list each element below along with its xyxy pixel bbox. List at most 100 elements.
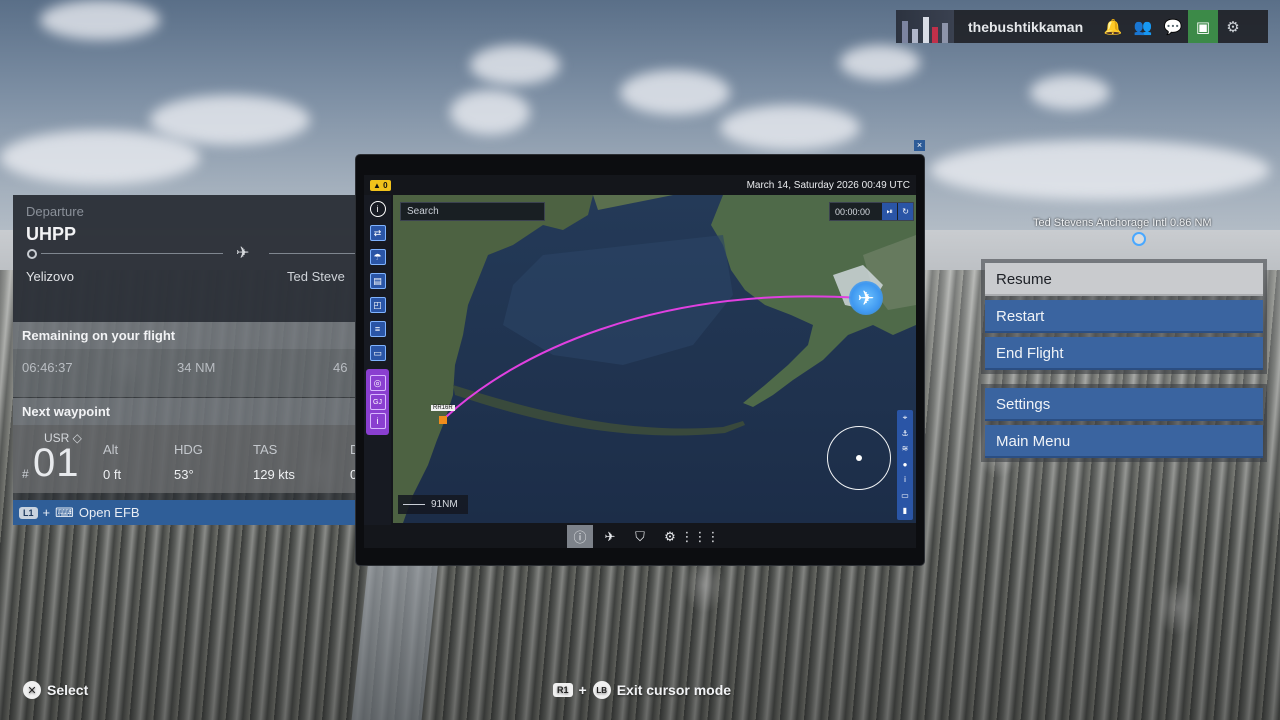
flight-timer: 00:00:00 ⏯ ↻ bbox=[829, 202, 914, 221]
remaining-header: Remaining on your flight bbox=[13, 322, 356, 349]
cloud bbox=[930, 140, 1270, 200]
info-icon[interactable]: i bbox=[369, 201, 386, 217]
efb-datetime: March 14, Saturday 2026 00:49 UTC bbox=[746, 179, 910, 191]
checklist-icon[interactable]: ▤ bbox=[369, 273, 386, 289]
plane-icon: ✈ bbox=[236, 245, 250, 262]
gear-tab-icon[interactable]: ⚙ bbox=[657, 525, 683, 548]
gear-icon[interactable]: ⚙ bbox=[1218, 10, 1248, 43]
bell-icon[interactable]: 🔔 bbox=[1098, 10, 1128, 43]
remaining-distance: 34 NM bbox=[177, 360, 216, 375]
avatar[interactable] bbox=[896, 10, 954, 43]
aircraft-position-icon: ✈ bbox=[849, 281, 883, 315]
info-circle-icon[interactable]: i bbox=[369, 413, 386, 429]
apps-grid-icon[interactable]: ⋮⋮⋮ bbox=[681, 525, 720, 548]
cloud bbox=[40, 0, 160, 40]
layers-icon[interactable]: ≋ bbox=[897, 441, 913, 457]
settings-button[interactable]: Settings bbox=[985, 388, 1263, 421]
restart-button[interactable]: Restart bbox=[985, 300, 1263, 333]
compass-center-icon bbox=[856, 455, 862, 461]
route-line bbox=[269, 253, 359, 254]
map-scale: 91NM bbox=[398, 495, 468, 514]
main-menu-button[interactable]: Main Menu bbox=[985, 425, 1263, 458]
resume-button[interactable]: Resume bbox=[985, 263, 1263, 296]
efb-map[interactable]: 00:00:00 ⏯ ↻ RR16R ✈ ⌖ ⚓ ≋ ● i ▭ ▮ 91 bbox=[393, 195, 916, 523]
alt-label: Alt bbox=[103, 442, 119, 457]
cloud bbox=[1030, 75, 1110, 110]
alt-value: 0 ft bbox=[103, 467, 122, 482]
cross-button-icon: ✕ bbox=[23, 681, 41, 699]
hdg-label: HDG bbox=[174, 442, 203, 457]
timer-value: 00:00:00 bbox=[835, 206, 871, 217]
hdg-value: 53° bbox=[174, 467, 194, 482]
efb-sidebar: i ⇄ ☂ ▤ ◰ ≡ ▭ ◎ GJ i bbox=[364, 195, 391, 525]
shield-tab-icon[interactable]: ⛉ bbox=[627, 525, 653, 548]
chat-icon[interactable]: 💬 bbox=[1158, 10, 1188, 43]
open-efb-label: Open EFB bbox=[78, 505, 140, 520]
plane-tab-icon[interactable]: ✈ bbox=[597, 525, 623, 548]
efb-tablet: ▲ 0 March 14, Saturday 2026 00:49 UTC i … bbox=[356, 155, 924, 565]
airport-marker-icon bbox=[1132, 232, 1146, 246]
chart-icon[interactable]: ▭ bbox=[897, 488, 913, 504]
notification-count: 0 bbox=[383, 180, 388, 190]
route-icon[interactable]: ⇄ bbox=[369, 225, 386, 241]
select-hint[interactable]: ✕ Select bbox=[23, 681, 88, 699]
play-pause-icon[interactable]: ⏯ bbox=[882, 203, 898, 220]
clipboard-icon[interactable]: ▭ bbox=[369, 345, 386, 361]
menu-group-secondary: Settings Main Menu bbox=[981, 384, 1267, 462]
cloud bbox=[620, 70, 730, 115]
waypoint-hash: # bbox=[22, 467, 29, 481]
l1-button-icon: L1 bbox=[19, 506, 38, 519]
r1-button-icon: R1 bbox=[553, 683, 573, 697]
plus-sign: + bbox=[578, 682, 587, 698]
notification-badge[interactable]: ▲ 0 bbox=[370, 179, 391, 191]
efb-status-bar: ▲ 0 March 14, Saturday 2026 00:49 UTC bbox=[364, 175, 916, 195]
map-tools: ⌖ ⚓ ≋ ● i ▭ ▮ bbox=[897, 410, 913, 520]
info-icon[interactable]: i bbox=[897, 472, 913, 488]
bars-icon[interactable]: ▮ bbox=[897, 503, 913, 519]
departure-code: UHPP bbox=[26, 224, 77, 244]
cloud bbox=[150, 95, 310, 145]
friends-icon[interactable]: 👥 bbox=[1128, 10, 1158, 43]
select-label: Select bbox=[47, 682, 89, 698]
plus-sign: + bbox=[42, 505, 51, 520]
purple-app-group: ◎ GJ i bbox=[366, 369, 389, 435]
pause-menu: Resume Restart End Flight Settings Main … bbox=[981, 259, 1267, 472]
next-waypoint-header: Next waypoint bbox=[13, 398, 356, 425]
globe-icon[interactable]: ◎ bbox=[369, 375, 386, 391]
cloud bbox=[450, 90, 530, 135]
departure-city: Yelizovo bbox=[26, 269, 74, 284]
bag-icon[interactable]: ◰ bbox=[369, 297, 386, 313]
exit-cursor-label: Exit cursor mode bbox=[616, 682, 732, 698]
info-tab-icon[interactable]: ⓘ bbox=[567, 525, 593, 548]
origin-dot-icon bbox=[27, 249, 37, 259]
efb-bottom-bar: ⓘ ✈ ⛉ ⚙ ⋮⋮⋮ bbox=[364, 525, 916, 548]
anchor-icon[interactable]: ⚓ bbox=[897, 426, 913, 442]
weather-icon[interactable]: ☂ bbox=[369, 249, 386, 265]
cloud bbox=[470, 45, 560, 85]
lb-button-icon: LB bbox=[592, 681, 611, 699]
store-icon[interactable]: ▣ bbox=[1188, 10, 1218, 43]
exit-cursor-hint[interactable]: R1 + LB Exit cursor mode bbox=[553, 681, 731, 699]
person-icon[interactable]: ● bbox=[897, 457, 913, 473]
username: thebushtikkaman bbox=[968, 18, 1084, 35]
cloud bbox=[720, 105, 860, 150]
remaining-third: 46 bbox=[333, 360, 348, 375]
departure-label: Departure bbox=[26, 204, 84, 219]
map-search-input[interactable] bbox=[400, 202, 545, 221]
map-compass[interactable] bbox=[827, 426, 891, 490]
end-flight-button[interactable]: End Flight bbox=[985, 337, 1263, 370]
center-icon[interactable]: ⌖ bbox=[897, 410, 913, 426]
flight-info-panel: Departure UHPP ✈ Yelizovo Ted Steve Rema… bbox=[13, 195, 359, 525]
menu-group-primary: Resume Restart End Flight bbox=[981, 259, 1267, 374]
keyboard-icon: ⌨ bbox=[55, 504, 74, 520]
cloud bbox=[840, 45, 920, 80]
waypoint-number: 01 bbox=[33, 441, 80, 485]
reset-icon[interactable]: ↻ bbox=[898, 203, 914, 220]
open-efb-hint[interactable]: L1 + ⌨ Open EFB bbox=[13, 500, 356, 525]
efb-close-icon[interactable]: × bbox=[914, 140, 925, 151]
document-icon[interactable]: ≡ bbox=[369, 321, 386, 337]
bell-icon: ▲ bbox=[373, 180, 381, 190]
scale-value: 91NM bbox=[431, 499, 458, 510]
gj-app-button[interactable]: GJ bbox=[369, 394, 386, 410]
tas-label: TAS bbox=[253, 442, 278, 457]
